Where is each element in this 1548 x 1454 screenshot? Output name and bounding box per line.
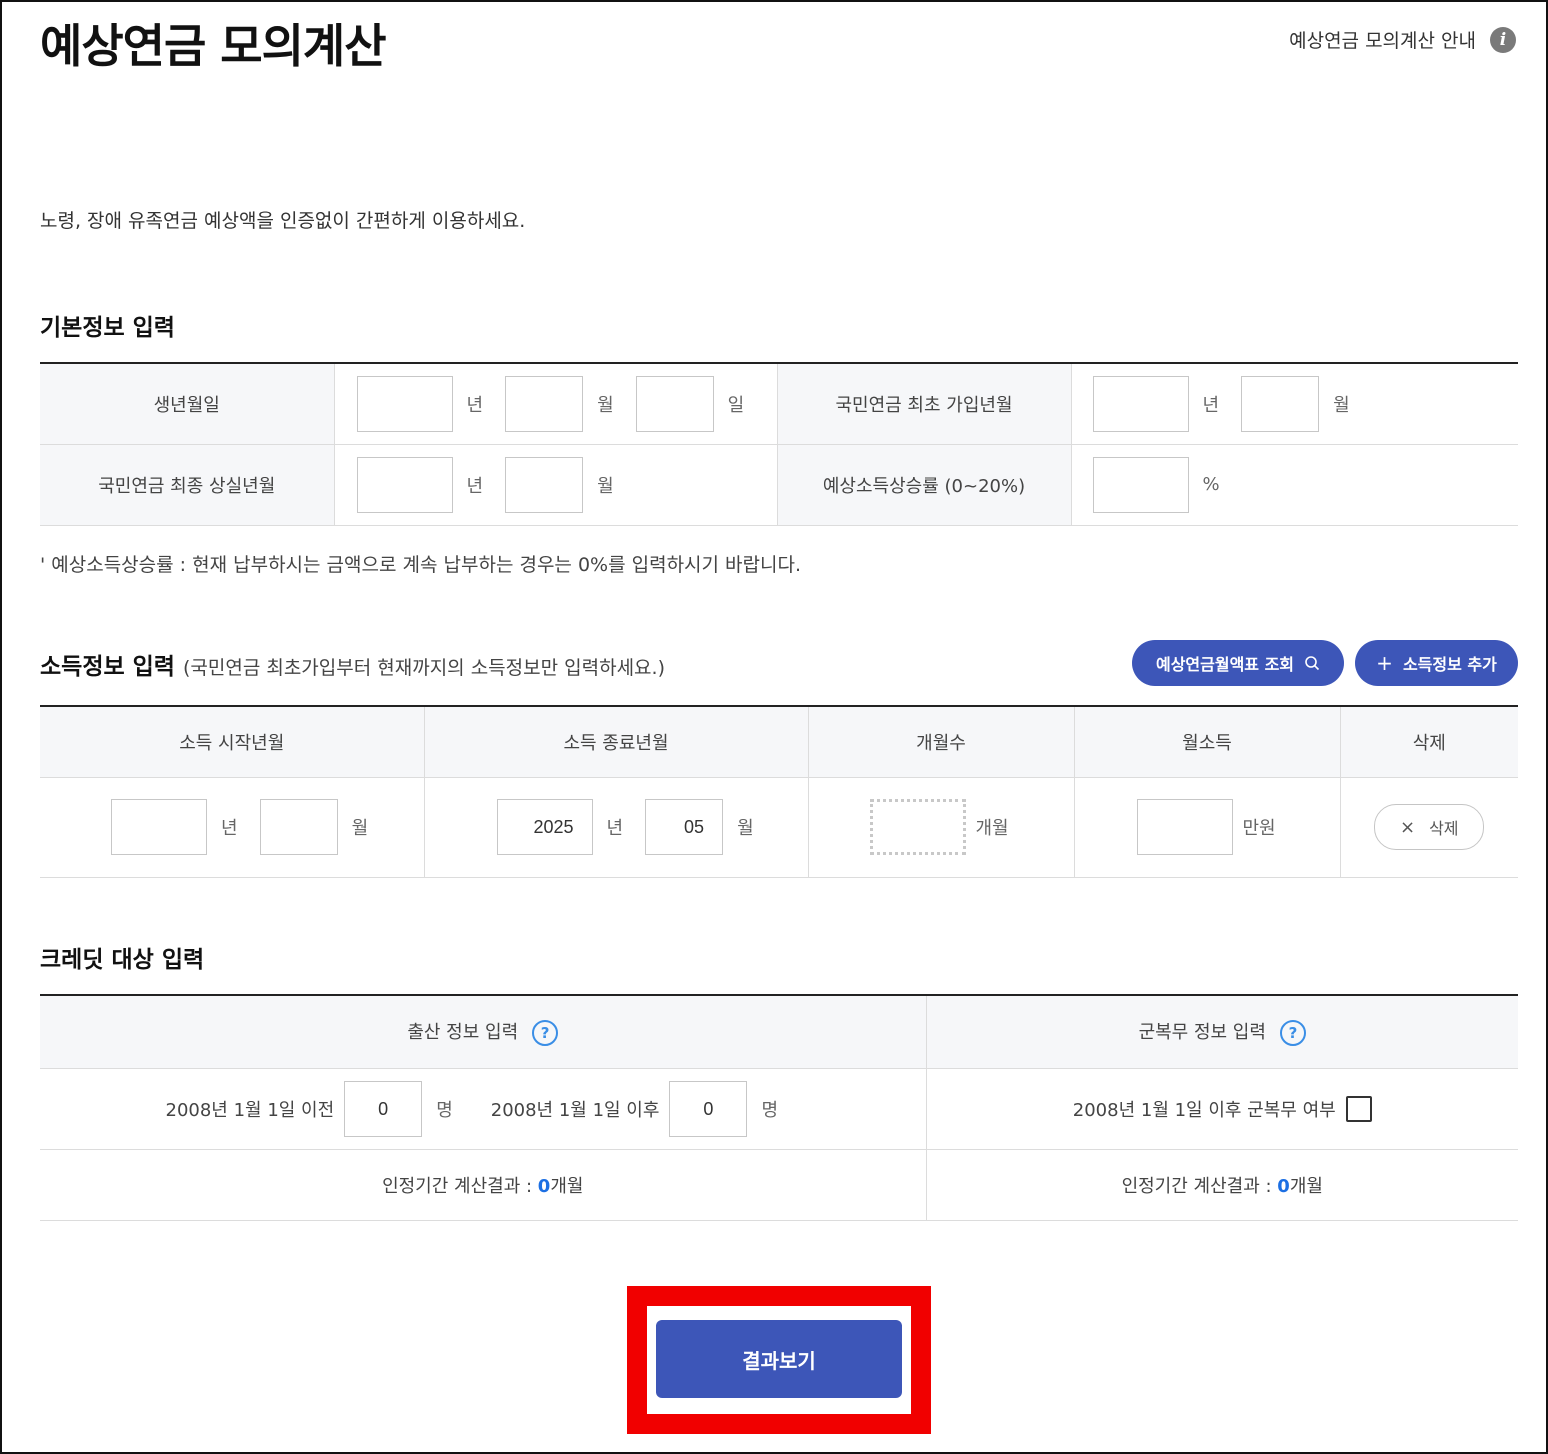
credit-table: 출산 정보 입력? 군복무 정보 입력? 2008년 1월 1일 이전 0 명 200… — [40, 994, 1518, 1221]
header-delete: 삭제 — [1340, 706, 1518, 778]
unit-year: 년 — [221, 818, 238, 839]
header-months: 개월수 — [808, 706, 1075, 778]
birth-year-input[interactable] — [356, 375, 453, 432]
first-join-month-input[interactable] — [1241, 375, 1320, 432]
page-frame: 예상연금 모의계산 예상연금 모의계산 안내 i 노령, 장애 유족연금 예상액… — [0, 0, 1548, 1454]
last-loss-label: 국민연금 최종 상실년월 — [40, 444, 335, 526]
help-icon[interactable]: ? — [532, 1019, 559, 1046]
military-result-prefix: 인정기간 계산결과 : — [1121, 1175, 1278, 1197]
unit-month: 월 — [1333, 394, 1350, 416]
income-section-subtitle: (국민연금 최초가입부터 현재까지의 소득정보만 입력하세요.) — [182, 657, 665, 679]
lookup-label: 예상연금월액표 조회 — [1155, 655, 1295, 674]
birth-result-value: 0 — [537, 1175, 551, 1197]
page-title: 예상연금 모의계산 — [40, 19, 387, 73]
income-rate-note: ' 예상소득상승률 : 현재 납부하시는 금액으로 계속 납부하는 경우는 0%… — [40, 554, 802, 576]
birth-month-input[interactable] — [505, 375, 584, 432]
birth-result-unit: 개월 — [550, 1175, 584, 1197]
last-loss-month-input[interactable] — [505, 456, 584, 513]
months-cell: 개월 — [808, 777, 1075, 878]
military-result-cell: 인정기간 계산결과 : 0개월 — [926, 1149, 1518, 1221]
unit-person: 명 — [436, 1099, 453, 1121]
intro-text: 노령, 장애 유족연금 예상액을 인증없이 간편하게 이용하세요. — [40, 210, 526, 232]
help-icon[interactable]: ? — [1279, 1019, 1306, 1046]
unit-year: 년 — [466, 394, 484, 416]
unit-person: 명 — [761, 1099, 778, 1121]
start-month-input[interactable] — [259, 799, 338, 855]
birth-fields: 년월일 — [334, 363, 778, 445]
birth-result-cell: 인정기간 계산결과 : 0개월 — [40, 1149, 927, 1221]
unit-month: 월 — [737, 818, 754, 839]
birth-day-input[interactable] — [635, 375, 714, 432]
last-loss-year-input[interactable] — [356, 456, 453, 513]
before-2008-input[interactable]: 0 — [344, 1080, 423, 1137]
view-result-button[interactable]: 결과보기 — [656, 1320, 902, 1398]
end-month-input[interactable]: 05 — [645, 799, 724, 855]
unit-year: 년 — [606, 818, 624, 839]
guide-link[interactable]: 예상연금 모의계산 안내 i — [1289, 26, 1516, 53]
unit-year: 년 — [1202, 394, 1220, 416]
guide-label: 예상연금 모의계산 안내 — [1289, 30, 1476, 52]
end-year-input[interactable]: 2025 — [496, 799, 593, 855]
birth-result-prefix: 인정기간 계산결과 : — [382, 1175, 538, 1197]
income-section-heading: 소득정보 입력 (국민연금 최초가입부터 현재까지의 소득정보만 입력하세요.) — [40, 647, 665, 681]
military-info-label: 군복무 정보 입력 — [1138, 1021, 1266, 1043]
unit-day: 일 — [727, 394, 745, 416]
military-label: 2008년 1월 1일 이후 군복무 여부 — [1072, 1099, 1336, 1121]
birth-info-header: 출산 정보 입력? — [40, 995, 927, 1069]
before-2008-label: 2008년 1월 1일 이전 — [165, 1099, 335, 1121]
add-income-label: 소득정보 추가 — [1402, 655, 1497, 674]
income-rate-fields: % — [1071, 444, 1518, 526]
military-checkbox[interactable] — [1345, 1095, 1372, 1122]
military-cell: 2008년 1월 1일 이후 군복무 여부 — [926, 1068, 1518, 1150]
monthly-income-cell: 만원 — [1074, 777, 1341, 878]
search-icon — [1305, 656, 1320, 671]
military-result-unit: 개월 — [1289, 1175, 1323, 1197]
unit-month: 월 — [597, 475, 614, 497]
end-cell: 2025 년 05 월 — [424, 777, 809, 878]
income-rate-input[interactable] — [1092, 456, 1189, 513]
monthly-income-input[interactable] — [1136, 799, 1233, 855]
income-section-title: 소득정보 입력 — [40, 654, 175, 680]
header-start: 소득 시작년월 — [40, 706, 425, 778]
income-rate-label: 예상소득상승률 (0~20%) — [777, 444, 1072, 526]
military-result-value: 0 — [1277, 1175, 1290, 1197]
birth-info-label: 출산 정보 입력 — [407, 1021, 519, 1043]
birth-count-cell: 2008년 1월 1일 이전 0 명 2008년 1월 1일 이후 0 명 — [40, 1068, 927, 1150]
unit-month: 월 — [351, 818, 369, 839]
income-table: 소득 시작년월 소득 종료년월 개월수 월소득 삭제 년월 2025 년 05 월 개… — [40, 705, 1518, 878]
credit-section-title: 크레딧 대상 입력 — [40, 947, 205, 973]
start-year-input[interactable] — [111, 799, 207, 855]
pension-table-lookup-button[interactable]: 예상연금월액표 조회 — [1132, 640, 1344, 686]
basic-section-title: 기본정보 입력 — [40, 315, 175, 341]
start-cell: 년월 — [40, 777, 425, 878]
delete-row-button[interactable]: × 삭제 — [1374, 804, 1485, 850]
plus-icon: + — [1376, 651, 1393, 675]
after-2008-label: 2008년 1월 1일 이후 — [490, 1099, 660, 1121]
delete-cell: × 삭제 — [1340, 777, 1518, 878]
add-income-button[interactable]: + 소득정보 추가 — [1355, 640, 1518, 686]
first-join-year-input[interactable] — [1092, 375, 1189, 432]
close-icon: × — [1399, 816, 1416, 838]
after-2008-input[interactable]: 0 — [669, 1080, 748, 1137]
unit-percent: % — [1202, 474, 1220, 495]
unit-month: 월 — [597, 394, 614, 416]
header-end: 소득 종료년월 — [424, 706, 809, 778]
first-join-fields: 년월 — [1071, 363, 1518, 445]
unit-months: 개월 — [975, 818, 1009, 839]
birth-label: 생년월일 — [40, 363, 335, 445]
months-field — [869, 799, 966, 855]
first-join-label: 국민연금 최초 가입년월 — [777, 363, 1072, 445]
table-row: 년월 2025 년 05 월 개월 만원 × 삭제 — [40, 777, 1518, 878]
info-icon[interactable]: i — [1490, 26, 1516, 53]
unit-year: 년 — [466, 475, 484, 497]
unit-manwon: 만원 — [1242, 818, 1276, 839]
basic-info-table: 생년월일 년월일 국민연금 최초 가입년월 년월 국민연금 최종 상실년월 년월… — [40, 362, 1518, 526]
last-loss-fields: 년월 — [334, 444, 778, 526]
header-monthly-income: 월소득 — [1074, 706, 1341, 778]
delete-label: 삭제 — [1429, 819, 1459, 838]
military-info-header: 군복무 정보 입력? — [926, 995, 1518, 1069]
